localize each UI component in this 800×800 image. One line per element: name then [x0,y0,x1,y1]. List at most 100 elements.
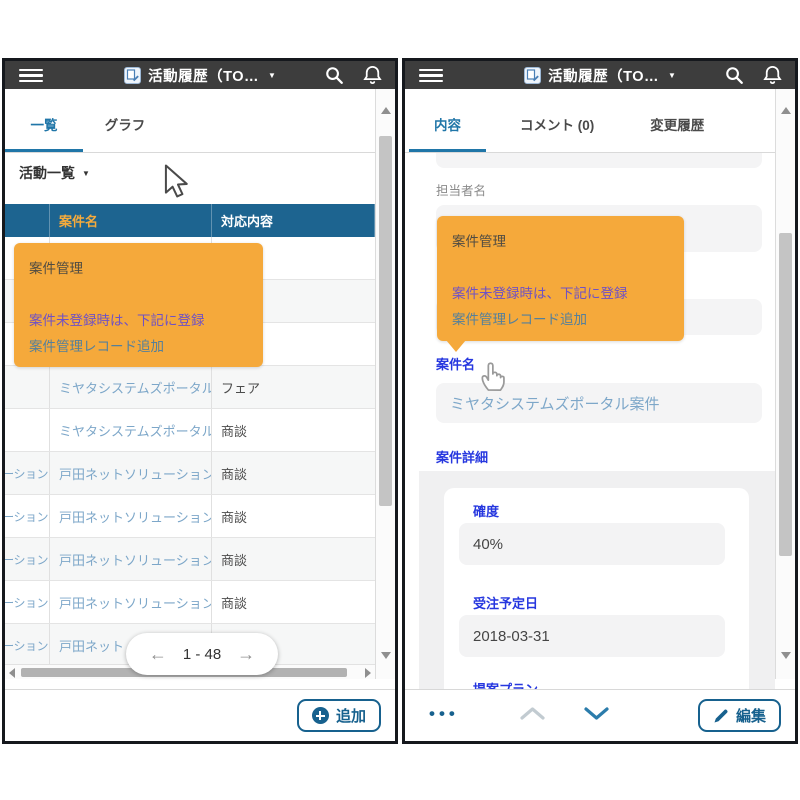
tooltip-title: 案件管理 [29,261,83,276]
table-header-case-name[interactable]: 案件名 [50,204,212,237]
table-row[interactable]: ーション 戸田ネットソリューション 商談 [5,581,375,624]
order-date-label[interactable]: 受注予定日 [473,593,538,612]
cell-response-type: 商談 [221,423,248,439]
tab-list[interactable]: 一覧 [5,89,83,152]
more-options-button[interactable]: ••• [429,704,459,724]
cell-response-type: 商談 [221,509,248,525]
tab-graph[interactable]: グラフ [94,89,156,152]
pagination-prev-icon[interactable]: ← [149,644,167,665]
tab-content[interactable]: 内容 [409,89,486,152]
cell-case-name-link[interactable]: 戸田ネットソリューション [50,581,212,623]
scroll-up-icon[interactable] [781,107,791,114]
cell-case-name-link[interactable]: 戸田ネットソリューション [50,452,212,494]
tab-change-history[interactable]: 変更履歴 [644,89,710,152]
cell-response-type: フェア [221,380,261,396]
cell-response-type: 商談 [221,552,248,568]
table-header-row: 案件名 対応内容 [5,204,375,237]
tooltip-registered-link[interactable]: 案件未登録時は、下記に登録 [452,281,669,307]
left-vertical-scrollbar[interactable] [375,89,395,679]
search-icon[interactable] [324,65,345,86]
pagination-pill: ← 1 - 48 → [126,633,278,675]
case-detail-label[interactable]: 案件詳細 [436,447,488,466]
probability-value-box: 40% [459,523,725,565]
right-appbar: 活動履歴（TO… ▼ [405,61,795,89]
add-record-button[interactable]: 追加 [296,699,381,732]
cell-case-name-link[interactable]: ミヤタシステムズポータル [50,366,212,408]
order-date-value: 2018-03-31 [473,627,550,645]
cell-customer-link[interactable]: ーション [5,452,50,494]
cell-customer-link[interactable] [5,409,50,451]
previous-field-box-partial [436,153,762,168]
probability-label[interactable]: 確度 [473,501,499,520]
assignee-name-label: 担当者名 [436,184,487,198]
bell-icon[interactable] [762,64,783,86]
tooltip-registered-link[interactable]: 案件未登録時は、下記に登録 [29,308,248,334]
scroll-down-icon[interactable] [381,652,391,659]
left-appbar: 活動履歴（TO… ▼ [5,61,395,89]
tooltip-tail [446,340,466,352]
edit-button[interactable]: 編集 [697,699,781,732]
table-header-response[interactable]: 対応内容 [212,204,375,237]
cell-customer-link[interactable] [5,366,50,408]
list-view-panel: 活動履歴（TO… ▼ 一覧 グラフ 活動一覧 ▼ 案件名 対応内容 ミヤタシステ… [2,58,398,744]
left-vertical-scroll-thumb[interactable] [379,136,392,506]
right-app-title-caret: ▼ [667,70,676,80]
cell-case-name-link[interactable]: 戸田ネットソリューション [50,538,212,580]
case-name-record-link[interactable]: ミヤタシステムズポータル案件 [450,393,660,414]
right-scroll-content: 担当者名 案件管理 案件未登録時は、下記に登録 案件管理レコード追加 案件名 ミ… [405,153,775,691]
bell-icon[interactable] [362,64,383,86]
table-row[interactable]: ミヤタシステムズポータル 商談 [5,409,375,452]
case-name-value-box: ミヤタシステムズポータル案件 [436,383,762,423]
cell-customer-link[interactable]: ーション [5,624,50,666]
pencil-icon [714,709,728,722]
scroll-right-icon[interactable] [365,668,371,678]
tooltip-add-record-link[interactable]: 案件管理レコード追加 [29,334,248,360]
app-icon [524,66,542,84]
cell-response-type: 商談 [221,595,248,611]
table-row[interactable]: ーション 戸田ネットソリューション 商談 [5,538,375,581]
scroll-up-icon[interactable] [381,107,391,114]
table-header-col1 [5,204,50,237]
order-date-value-box: 2018-03-31 [459,615,725,657]
right-vertical-scroll-thumb[interactable] [779,233,792,556]
right-bottom-bar: ••• 編集 [405,689,795,741]
right-vertical-scrollbar[interactable] [775,89,795,679]
cell-customer-link[interactable]: ーション [5,581,50,623]
table-row[interactable]: ミヤタシステムズポータル フェア [5,366,375,409]
cell-case-name-link[interactable]: 戸田ネットソリューション [50,495,212,537]
plus-icon [311,707,329,724]
scroll-left-icon[interactable] [9,668,15,678]
chevron-down-icon[interactable] [583,705,610,721]
tooltip-title: 案件管理 [452,234,506,249]
cell-case-name-link[interactable]: ミヤタシステムズポータル [50,409,212,451]
table-row[interactable]: ーション 戸田ネットソリューション 商談 [5,452,375,495]
tab-comments[interactable]: コメント (0) [512,89,602,152]
table-row[interactable]: ーション 戸田ネットソリューション 商談 [5,495,375,538]
left-hint-tooltip: 案件管理 案件未登録時は、下記に登録 案件管理レコード追加 [14,243,263,367]
screenshot-canvas: 活動履歴（TO… ▼ 一覧 グラフ 活動一覧 ▼ 案件名 対応内容 ミヤタシステ… [0,0,800,800]
cell-response-type: 商談 [221,466,248,482]
tooltip-add-record-link[interactable]: 案件管理レコード追加 [452,307,669,333]
view-selector[interactable]: 活動一覧 ▼ [19,163,90,183]
pagination-range: 1 - 48 [182,645,222,663]
left-bottom-bar: 追加 [5,689,395,741]
left-scroll-content: 活動一覧 ▼ 案件名 対応内容 ミヤタシステムズポータル フェア ミヤタシステムズポ… [5,153,375,691]
scroll-down-icon[interactable] [781,652,791,659]
cell-customer-link[interactable]: ーション [5,538,50,580]
search-icon[interactable] [724,65,745,86]
case-detail-group: 確度 40% 受注予定日 2018-03-31 提案プラン [419,471,775,691]
probability-value: 40% [473,535,504,553]
app-icon [124,66,142,84]
left-app-title-caret: ▼ [267,70,276,80]
chevron-up-icon[interactable] [519,705,546,721]
right-hint-tooltip: 案件管理 案件未登録時は、下記に登録 案件管理レコード追加 [437,216,684,352]
right-app-title: 活動履歴（TO… [548,68,659,85]
chevron-down-icon: ▼ [82,168,90,178]
case-name-label[interactable]: 案件名 [436,354,475,373]
case-detail-card: 確度 40% 受注予定日 2018-03-31 提案プラン [444,488,749,691]
mouse-arrow-cursor [164,164,188,198]
cell-customer-link[interactable]: ーション [5,495,50,537]
pagination-next-icon[interactable]: → [237,644,255,665]
view-selector-label: 活動一覧 [19,165,75,181]
record-detail-panel: 活動履歴（TO… ▼ 内容 コメント (0) 変更履歴 担当者名 案件管理 案件… [402,58,798,744]
